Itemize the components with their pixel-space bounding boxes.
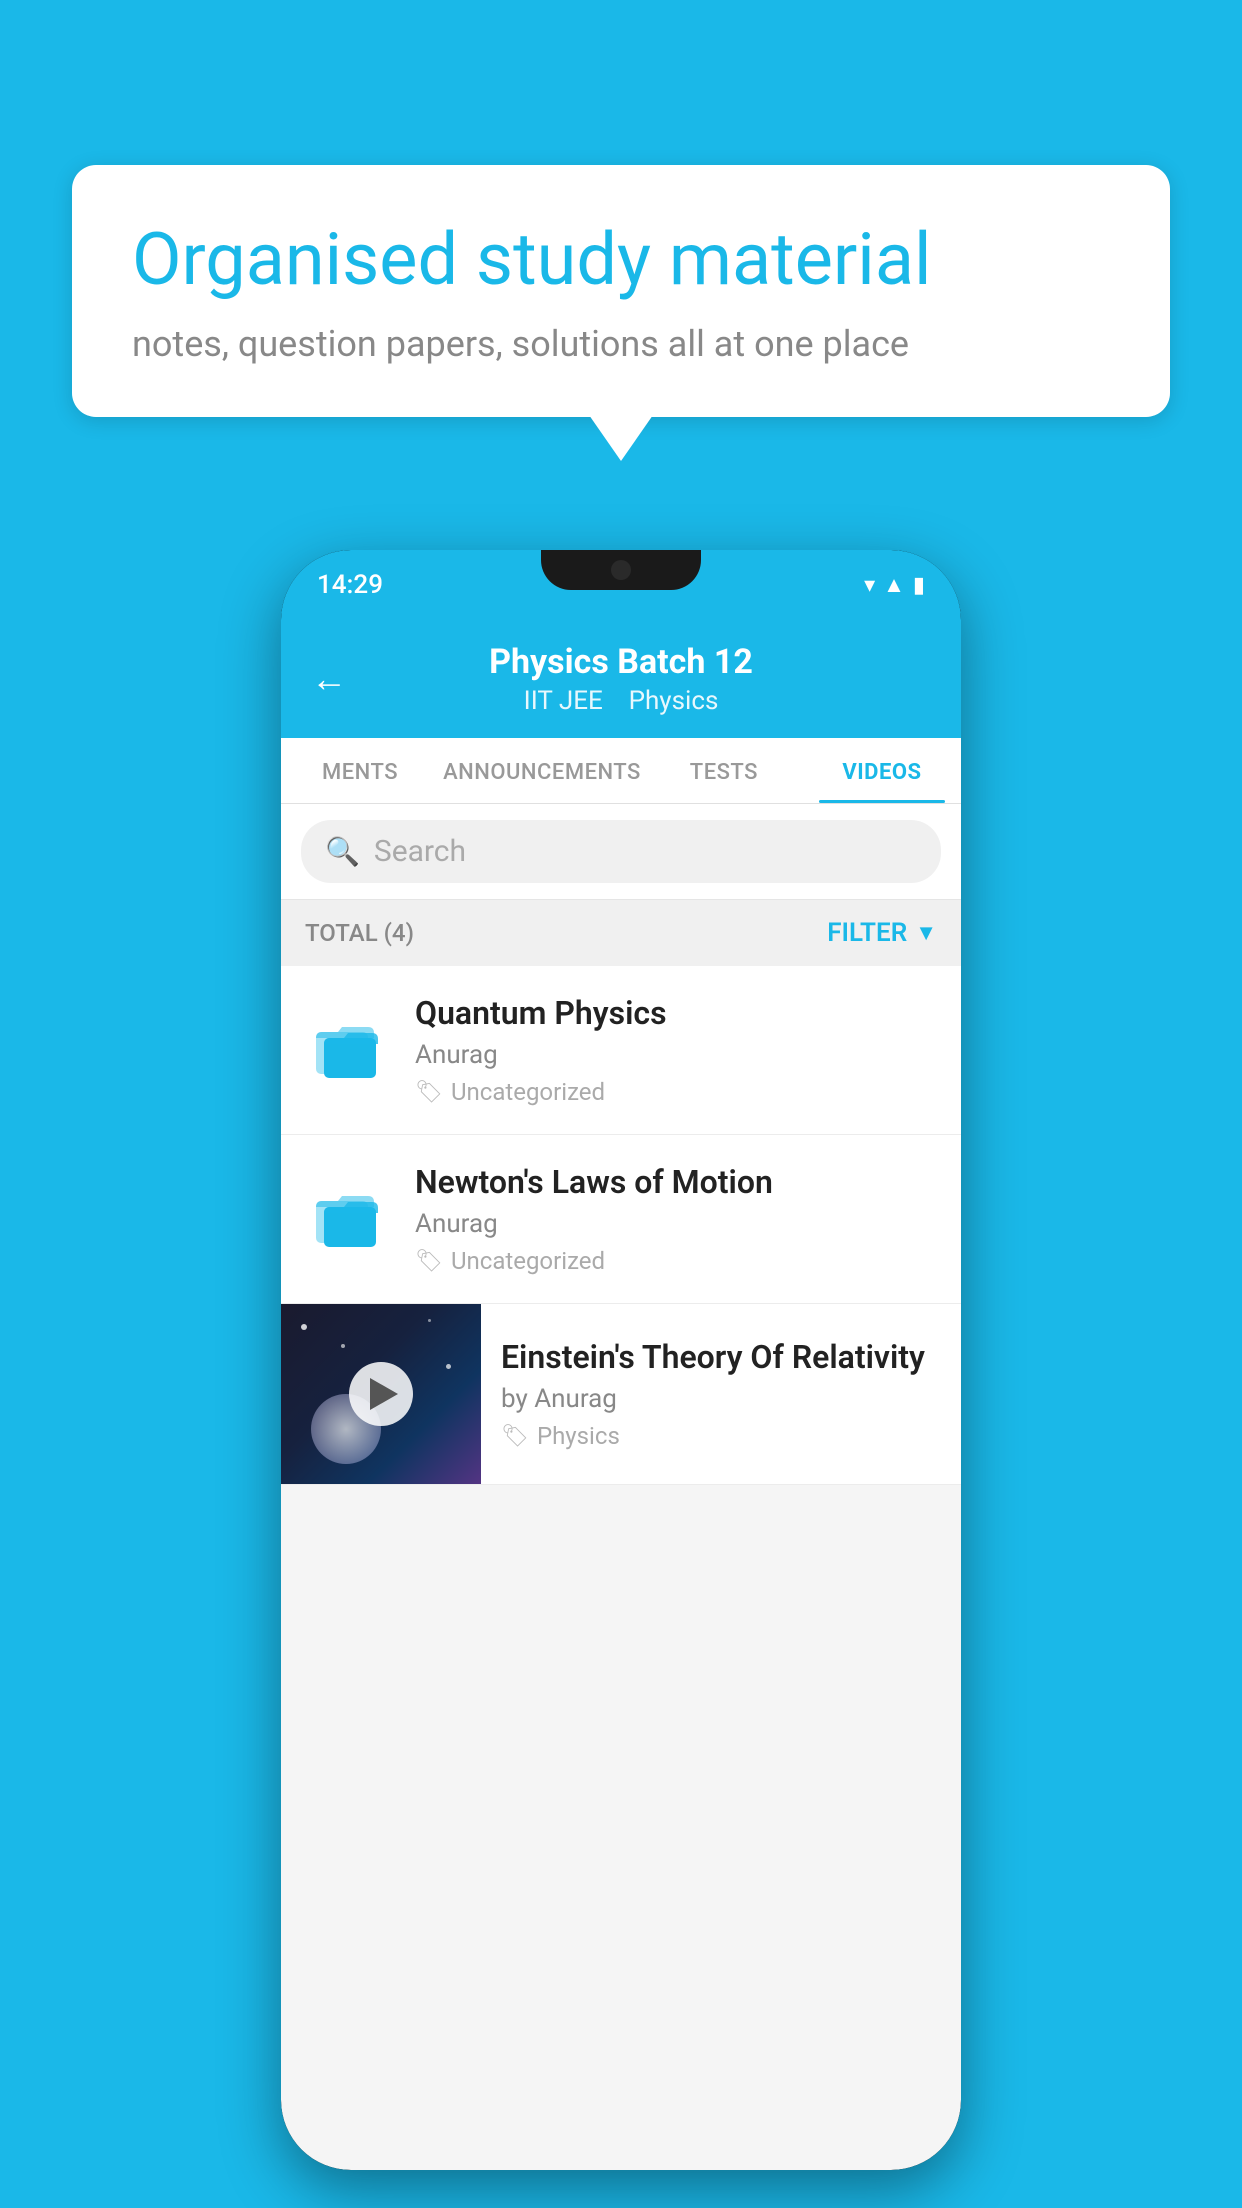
back-button[interactable]: ← bbox=[311, 658, 347, 700]
batch-tag2: Physics bbox=[629, 686, 719, 716]
play-button-einstein[interactable] bbox=[349, 1362, 413, 1426]
search-icon: 🔍 bbox=[325, 835, 360, 868]
tab-bar: MENTS ANNOUNCEMENTS TESTS VIDEOS bbox=[281, 738, 961, 804]
tab-announcements[interactable]: ANNOUNCEMENTS bbox=[439, 738, 645, 803]
tag-label-newton: Uncategorized bbox=[451, 1247, 605, 1275]
video-author-einstein: by Anurag bbox=[501, 1384, 941, 1414]
video-item-einstein[interactable]: Einstein's Theory Of Relativity by Anura… bbox=[281, 1304, 961, 1485]
filter-bar: TOTAL (4) FILTER ▼ bbox=[281, 900, 961, 966]
star2 bbox=[341, 1344, 345, 1348]
header-title-group: Physics Batch 12 IIT JEE Physics bbox=[489, 642, 753, 716]
app-header: ← Physics Batch 12 IIT JEE Physics bbox=[281, 620, 961, 738]
tab-ments[interactable]: MENTS bbox=[281, 738, 439, 803]
batch-tag1: IIT JEE bbox=[524, 686, 603, 716]
video-title-einstein: Einstein's Theory Of Relativity bbox=[501, 1338, 941, 1376]
video-item-quantum[interactable]: Quantum Physics Anurag 🏷 Uncategorized bbox=[281, 966, 961, 1135]
wifi-icon: ▾ bbox=[864, 573, 875, 598]
search-container: 🔍 Search bbox=[281, 804, 961, 900]
video-tag-quantum: 🏷 Uncategorized bbox=[415, 1078, 937, 1106]
search-input[interactable]: Search bbox=[374, 834, 466, 869]
phone-frame: 14:29 ▾ ▲ ▮ ← Physics Batch 12 IIT JEE P… bbox=[281, 550, 961, 2170]
video-author-newton: Anurag bbox=[415, 1209, 937, 1239]
video-info-newton: Newton's Laws of Motion Anurag 🏷 Uncateg… bbox=[415, 1163, 937, 1275]
video-tag-einstein: 🏷 Physics bbox=[501, 1422, 941, 1450]
video-author-quantum: Anurag bbox=[415, 1040, 937, 1070]
speech-bubble-subtitle: notes, question papers, solutions all at… bbox=[132, 323, 1110, 365]
star3 bbox=[446, 1364, 451, 1369]
video-info-quantum: Quantum Physics Anurag 🏷 Uncategorized bbox=[415, 994, 937, 1106]
speech-bubble-title: Organised study material bbox=[132, 217, 1110, 303]
video-thumbnail-einstein bbox=[281, 1304, 481, 1484]
folder-icon-newton bbox=[305, 1174, 395, 1264]
filter-icon: ▼ bbox=[915, 920, 937, 946]
video-item-newton[interactable]: Newton's Laws of Motion Anurag 🏷 Uncateg… bbox=[281, 1135, 961, 1304]
batch-subtitle: IIT JEE Physics bbox=[489, 686, 753, 716]
video-title-newton: Newton's Laws of Motion bbox=[415, 1163, 937, 1201]
video-list: Quantum Physics Anurag 🏷 Uncategorized bbox=[281, 966, 961, 1485]
play-triangle-icon bbox=[370, 1378, 398, 1410]
total-count: TOTAL (4) bbox=[305, 919, 414, 947]
video-title-quantum: Quantum Physics bbox=[415, 994, 937, 1032]
status-icons: ▾ ▲ ▮ bbox=[864, 572, 925, 598]
batch-title: Physics Batch 12 bbox=[489, 642, 753, 682]
front-camera bbox=[611, 560, 631, 580]
filter-label: FILTER bbox=[827, 918, 907, 948]
video-tag-newton: 🏷 Uncategorized bbox=[415, 1247, 937, 1275]
tab-tests[interactable]: TESTS bbox=[645, 738, 803, 803]
status-bar: 14:29 ▾ ▲ ▮ bbox=[281, 550, 961, 620]
filter-button[interactable]: FILTER ▼ bbox=[827, 918, 937, 948]
speech-bubble: Organised study material notes, question… bbox=[72, 165, 1170, 417]
folder-icon-quantum bbox=[305, 1005, 395, 1095]
video-info-einstein: Einstein's Theory Of Relativity by Anura… bbox=[481, 1310, 961, 1478]
battery-icon: ▮ bbox=[913, 573, 925, 598]
status-time: 14:29 bbox=[317, 570, 383, 600]
star1 bbox=[301, 1324, 307, 1330]
tag-label-einstein: Physics bbox=[537, 1422, 620, 1450]
signal-icon: ▲ bbox=[883, 572, 905, 598]
search-bar[interactable]: 🔍 Search bbox=[301, 820, 941, 883]
tag-label-quantum: Uncategorized bbox=[451, 1078, 605, 1106]
content-area: 🔍 Search TOTAL (4) FILTER ▼ bbox=[281, 804, 961, 2170]
tab-videos[interactable]: VIDEOS bbox=[803, 738, 961, 803]
tag-icon-einstein: 🏷 bbox=[501, 1424, 529, 1449]
tag-icon-newton: 🏷 bbox=[415, 1249, 443, 1274]
tag-icon-quantum: 🏷 bbox=[415, 1080, 443, 1105]
star4 bbox=[428, 1319, 431, 1322]
